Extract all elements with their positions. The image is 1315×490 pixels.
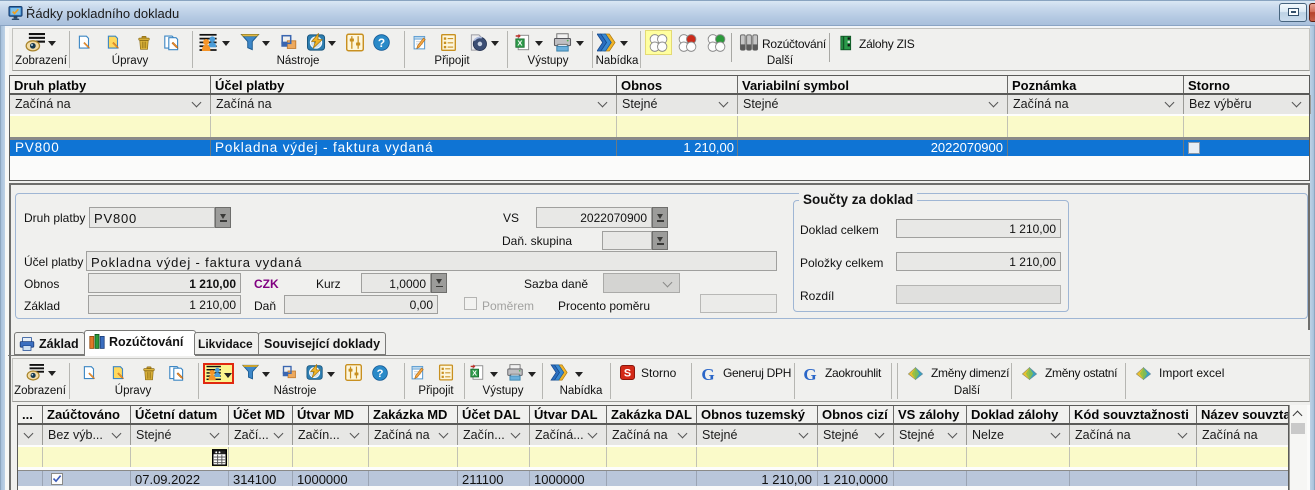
- svg-text:G: G: [701, 365, 714, 383]
- svg-text:?: ?: [378, 36, 385, 50]
- svg-text:X: X: [472, 370, 477, 378]
- svg-text:?: ?: [377, 368, 384, 380]
- svg-text:S: S: [624, 368, 631, 380]
- svg-text:X: X: [517, 39, 522, 48]
- svg-text:G: G: [803, 365, 816, 383]
